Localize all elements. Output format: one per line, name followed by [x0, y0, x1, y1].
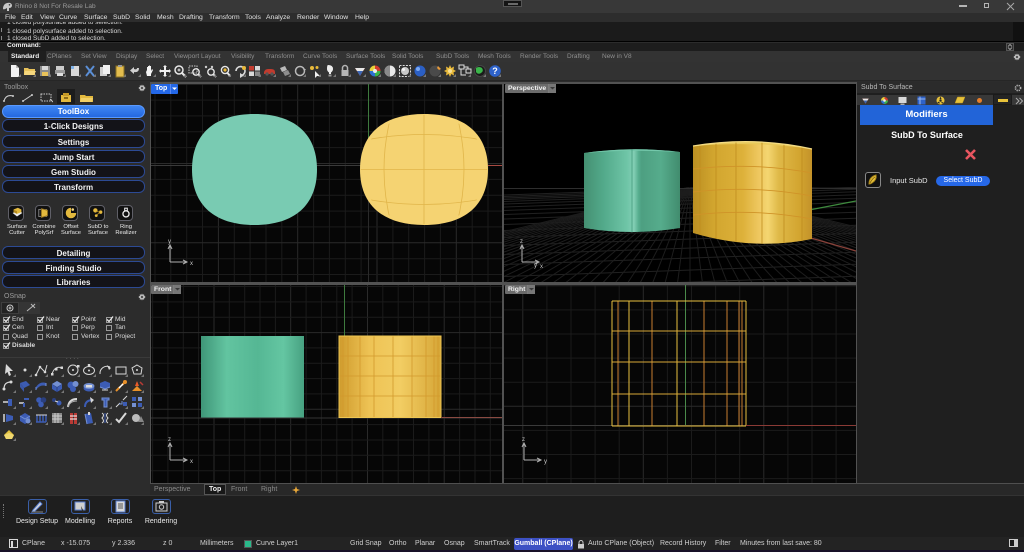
- svg-text:?: ?: [492, 66, 498, 76]
- svg-text:z: z: [520, 239, 523, 245]
- svg-text:y: y: [168, 239, 171, 245]
- svg-text:x: x: [540, 264, 543, 270]
- svg-text:z: z: [522, 437, 525, 443]
- svg-text:y: y: [544, 459, 547, 465]
- svg-text:y: y: [534, 263, 537, 269]
- svg-text:z: z: [168, 437, 171, 443]
- svg-text:x: x: [190, 261, 193, 267]
- svg-text:x: x: [190, 459, 193, 465]
